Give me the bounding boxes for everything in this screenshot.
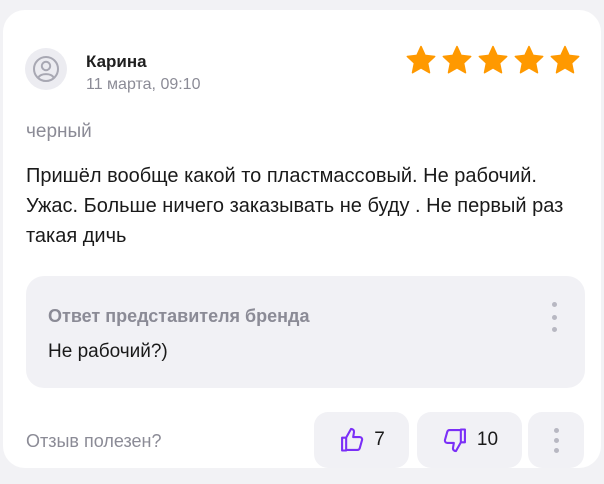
star-rating bbox=[405, 44, 581, 76]
avatar[interactable] bbox=[25, 48, 67, 90]
star-icon bbox=[478, 45, 508, 74]
like-button[interactable]: 7 bbox=[314, 412, 409, 468]
author-name: Карина bbox=[86, 52, 147, 71]
brand-reply-text: Не рабочий?) bbox=[48, 341, 168, 362]
star-icon bbox=[442, 45, 472, 74]
brand-reply-title: Ответ представителя бренда bbox=[48, 306, 310, 326]
like-count: 7 bbox=[374, 429, 385, 450]
star-icon bbox=[514, 45, 544, 74]
reply-menu-button[interactable] bbox=[545, 302, 563, 332]
more-vertical-icon bbox=[551, 302, 557, 307]
more-vertical-icon bbox=[553, 427, 559, 433]
dislike-count: 10 bbox=[476, 429, 499, 450]
thumbs-up-icon bbox=[341, 427, 364, 452]
product-variant: черный bbox=[26, 121, 92, 142]
star-icon bbox=[550, 45, 580, 74]
brand-reply: Ответ представителя бренда Не рабочий?) bbox=[26, 276, 585, 388]
star-icon bbox=[406, 45, 436, 74]
thumbs-down-icon bbox=[443, 428, 466, 453]
user-avatar-icon bbox=[33, 56, 59, 82]
dislike-button[interactable]: 10 bbox=[417, 412, 522, 468]
more-options-button[interactable] bbox=[528, 412, 584, 468]
review-date: 11 марта, 09:10 bbox=[86, 76, 201, 93]
helpful-label: Отзыв полезен? bbox=[26, 431, 162, 451]
review-card: Карина 11 марта, 09:10 черный Пришёл воо… bbox=[3, 10, 601, 468]
review-text: Пришёл вообще какой то пластмассовый. Не… bbox=[26, 165, 564, 247]
